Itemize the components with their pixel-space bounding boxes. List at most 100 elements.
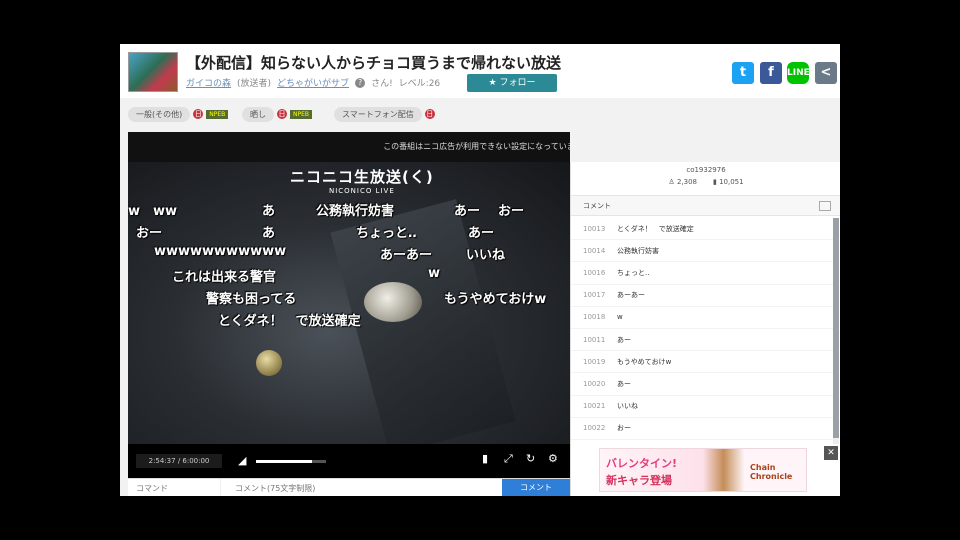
comment-input-bar: コメント: [128, 478, 570, 496]
line-share-icon[interactable]: LINE: [787, 62, 810, 84]
dictionary-icon[interactable]: 日: [193, 109, 204, 119]
comment-row[interactable]: 10013 とくダネ！ で放送確定: [571, 218, 833, 241]
ad-logo: Chain Chronicle: [750, 463, 793, 481]
tag-label[interactable]: スマートフォン配信: [334, 106, 422, 122]
overlay-comment: これは出来る警官: [172, 270, 277, 285]
comment-text: w: [617, 313, 623, 322]
uniform-button: [256, 350, 282, 376]
comment-text: あーあー: [617, 291, 645, 300]
viewers-stat: ♙ 2,308: [668, 178, 697, 186]
comment-text: あー: [617, 335, 631, 344]
overlay-comment: とくダネ！ で放送確定: [218, 314, 361, 329]
video-frame[interactable]: ニコニコ生放送(く) NICONICO LIVE w ww あ 公務執行妨害 あ…: [128, 162, 570, 444]
community-link[interactable]: ガイコの森: [186, 76, 231, 89]
tag-label[interactable]: 一般(その他): [128, 106, 191, 122]
broadcaster-link[interactable]: どちゃがいがサブ: [277, 76, 349, 89]
comment-list[interactable]: 10013 とくダネ！ で放送確定 10014 公務執行妨害 10016 ちょっと‥ 100…: [571, 218, 833, 444]
ad-line-1: バレンタイン!: [606, 457, 678, 470]
side-panel: co1932976 ♙ 2,308 ▮ 10,051 コメント 10013 とくダ…: [570, 162, 840, 496]
tag-item[interactable]: 晒し 日 NPEB: [242, 106, 313, 122]
help-icon[interactable]: ?: [355, 77, 366, 88]
ad-banner[interactable]: バレンタイン! 新キャラ登場 Chain Chronicle: [599, 448, 807, 492]
ad-notice: この番組はニコ広告が利用できない設定になっています: [128, 132, 570, 162]
comment-scrollbar[interactable]: [833, 218, 839, 444]
comment-number: 10022: [583, 424, 606, 433]
overlay-comment: あー: [468, 226, 495, 241]
program-header: 【外配信】知らない人からチョコ買うまで帰れない放送 ガイコの森 (放送者) どち…: [120, 44, 840, 98]
nicopedia-badge[interactable]: NPEB: [206, 109, 229, 119]
viewers-count: 2,308: [676, 178, 697, 186]
comment-row[interactable]: 10022 おー: [571, 418, 833, 440]
time-display: 2:54:37 / 6:00:00: [136, 454, 222, 468]
volume-slider[interactable]: [256, 460, 326, 463]
community-thumbnail[interactable]: [128, 52, 178, 92]
overlay-comment: w: [428, 266, 441, 281]
overlay-comment: あー: [454, 204, 481, 219]
program-id: co1932976: [686, 166, 726, 174]
level-text: レベル:26: [398, 79, 441, 89]
tag-bar: 一般(その他) 日 NPEB 晒し 日 NPEB スマートフォン配信 日: [120, 98, 840, 130]
comment-header-label: コメント: [583, 202, 611, 210]
tag-item[interactable]: 一般(その他) 日 NPEB: [128, 106, 229, 122]
comment-text: おー: [617, 424, 631, 433]
comment-number: 10016: [583, 268, 606, 277]
overlay-comment: いいね: [466, 248, 506, 263]
overlay-comment: 公務執行妨害: [316, 204, 395, 219]
viewers-suffix: さん!: [371, 79, 393, 89]
facebook-share-icon[interactable]: f: [760, 62, 782, 84]
comment-text: あー: [617, 379, 631, 388]
program-meta: ガイコの森 (放送者) どちゃがいがサブ ? さん! レベル:26: [186, 76, 440, 89]
comment-row[interactable]: 10016 ちょっと‥: [571, 262, 833, 285]
comment-row[interactable]: 10020 あー: [571, 373, 833, 396]
comment-text: とくダネ！ で放送確定: [617, 224, 694, 233]
video-player[interactable]: この番組はニコ広告が利用できない設定になっています ニコニコ生放送(く) NIC…: [128, 132, 570, 478]
command-input[interactable]: [128, 479, 218, 496]
comment-row[interactable]: 10018 w: [571, 307, 833, 329]
comment-row[interactable]: 10017 あーあー: [571, 285, 833, 307]
comment-number: 10011: [583, 335, 606, 344]
comment-number: 10017: [583, 291, 606, 300]
comment-text: もうやめておけw: [617, 357, 672, 366]
send-comment-button[interactable]: コメント: [502, 479, 570, 496]
settings-gear-icon[interactable]: ⚙: [548, 452, 558, 465]
live-page: 【外配信】知らない人からチョコ買うまで帰れない放送 ガイコの森 (放送者) どち…: [120, 44, 840, 496]
fullscreen-icon[interactable]: ⤢: [504, 452, 513, 466]
comment-row[interactable]: 10014 公務執行妨害: [571, 240, 833, 263]
program-stats: co1932976 ♙ 2,308 ▮ 10,051: [571, 162, 840, 196]
comments-count: 10,051: [719, 178, 744, 186]
comment-number: 10019: [583, 357, 606, 366]
dictionary-icon[interactable]: 日: [424, 109, 435, 119]
overlay-comment: ちょっと‥: [356, 226, 417, 241]
overlay-comment: 警察も困ってる: [206, 292, 297, 307]
nicopedia-badge[interactable]: NPEB: [290, 109, 313, 119]
comment-row[interactable]: 10019 もうやめておけw: [571, 351, 833, 374]
overlay-comment: あ: [262, 204, 276, 219]
tag-label[interactable]: 晒し: [242, 106, 274, 122]
scrollbar-thumb[interactable]: [833, 218, 839, 438]
overlay-comment: wwwwwwwwwww: [154, 244, 287, 259]
comment-settings-icon[interactable]: [819, 201, 831, 211]
program-title: 【外配信】知らない人からチョコ買うまで帰れない放送: [186, 54, 562, 72]
share-icon[interactable]: <: [815, 62, 837, 84]
player-controls: 2:54:37 / 6:00:00 ◢ ▮ ⤢ ↻ ⚙: [128, 444, 570, 478]
logo-text: ニコニコ生放送(く): [290, 168, 434, 186]
comment-row[interactable]: 10021 いいね: [571, 396, 833, 418]
comment-number: 10013: [583, 224, 606, 233]
niconico-live-logo: ニコニコ生放送(く) NICONICO LIVE: [290, 166, 434, 195]
tag-item[interactable]: スマートフォン配信 日: [334, 106, 435, 122]
dictionary-icon[interactable]: 日: [277, 109, 287, 119]
overlay-comment: あ: [262, 226, 276, 241]
comment-text: いいね: [617, 402, 638, 411]
follow-button[interactable]: ★ フォロー: [467, 74, 557, 92]
ad-close-icon[interactable]: ✕: [824, 446, 838, 460]
comment-number: 10014: [583, 246, 606, 255]
volume-icon[interactable]: ◢: [238, 454, 246, 467]
twitter-share-icon[interactable]: t: [732, 62, 754, 84]
comment-row[interactable]: 10011 あー: [571, 329, 833, 352]
reload-icon[interactable]: ↻: [526, 452, 535, 465]
comments-stat: ▮ 10,051: [713, 178, 744, 186]
comment-toggle-icon[interactable]: ▮: [482, 452, 488, 465]
comment-input[interactable]: [220, 479, 502, 496]
comment-text: ちょっと‥: [617, 268, 650, 277]
person-icon: ♙: [668, 178, 677, 186]
